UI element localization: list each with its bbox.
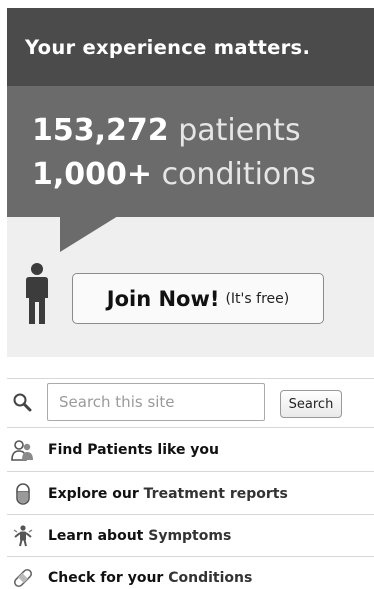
divider xyxy=(7,471,374,472)
menu-item-prefix: Check for your xyxy=(48,570,169,586)
person-icon xyxy=(26,263,48,324)
people-icon xyxy=(11,440,33,461)
divider xyxy=(7,378,374,379)
join-now-button[interactable]: Join Now! (It's free) xyxy=(72,273,324,324)
menu-item-treatment-reports[interactable]: Explore our Treatment reports xyxy=(7,473,374,515)
stat-conditions-label: conditions xyxy=(161,157,316,192)
bandage-icon xyxy=(13,568,33,588)
menu-item-highlight: Conditions xyxy=(168,570,253,586)
menu-item-symptoms[interactable]: Learn about Symptoms xyxy=(7,515,374,557)
stat-patients: 153,272 patients xyxy=(32,113,301,148)
menu-item-label: Find Patients like you xyxy=(48,442,219,458)
hero-tagline: Your experience matters. xyxy=(25,36,311,59)
join-free-note: (It's free) xyxy=(225,290,290,307)
menu-item-prefix: Explore our xyxy=(48,486,144,502)
join-now-label: Join Now! xyxy=(106,286,220,311)
menu-item-label: Learn about Symptoms xyxy=(48,528,231,544)
stat-patients-number: 153,272 xyxy=(32,113,169,148)
stat-conditions-number: 1,000+ xyxy=(32,157,153,192)
stat-conditions: 1,000+ conditions xyxy=(32,157,316,192)
stat-patients-label: patients xyxy=(178,113,301,148)
hero-stats-band xyxy=(7,86,374,217)
symptom-figure-icon xyxy=(13,525,33,547)
search-input[interactable] xyxy=(47,383,265,421)
menu-item-highlight: Symptoms xyxy=(148,528,232,544)
divider xyxy=(7,427,374,428)
menu-item-prefix: Learn about xyxy=(48,528,149,544)
menu-item-conditions[interactable]: Check for your Conditions xyxy=(7,557,374,589)
speech-bubble-tail xyxy=(60,216,118,252)
menu-item-find-patients[interactable]: Find Patients like you xyxy=(7,429,374,471)
search-button[interactable]: Search xyxy=(280,390,342,418)
menu-item-label: Explore our Treatment reports xyxy=(48,486,288,502)
pill-icon xyxy=(16,483,30,505)
search-icon[interactable] xyxy=(12,392,32,412)
menu-item-prefix: Find Patients like you xyxy=(48,442,220,458)
menu-item-label: Check for your Conditions xyxy=(48,570,252,586)
menu-item-highlight: Treatment reports xyxy=(143,486,288,502)
